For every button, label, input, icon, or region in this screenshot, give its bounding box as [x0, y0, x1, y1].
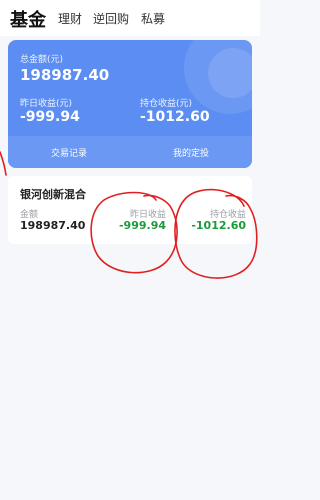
asset-summary-card: 总金额(元) 198987.40 昨日收益(元) -999.94 持仓收益(元)… — [8, 40, 252, 168]
fund-holding-income-value: -1012.60 — [191, 219, 246, 232]
tab-fund[interactable]: 基金 — [10, 6, 46, 32]
tab-private-fund[interactable]: 私募 — [141, 10, 165, 27]
card-action-bar: 交易记录 我的定投 — [8, 136, 252, 168]
fund-yesterday-income-value: -999.94 — [118, 219, 166, 232]
holding-income-label: 持仓收益(元) — [140, 99, 193, 109]
annotation-edge-stroke — [0, 151, 7, 176]
fund-name: 银河创新混合 — [20, 188, 86, 201]
total-amount-value: 198987.40 — [20, 66, 110, 84]
fund-holding-card[interactable]: 银河创新混合 金额 198987.40 昨日收益 -999.94 持仓收益 -1… — [8, 176, 252, 244]
yesterday-income-label: 昨日收益(元) — [20, 99, 73, 109]
tab-reverse-repo[interactable]: 逆回购 — [93, 10, 129, 27]
transaction-records-button[interactable]: 交易记录 — [8, 146, 130, 159]
tab-wealth[interactable]: 理财 — [58, 10, 82, 27]
yesterday-income-value: -999.94 — [20, 109, 80, 125]
decorative-circle — [208, 48, 252, 98]
top-tab-bar: 基金 理财 逆回购 私募 — [0, 0, 260, 36]
fund-amount-value: 198987.40 — [20, 219, 86, 232]
total-amount-label: 总金额(元) — [20, 55, 64, 65]
my-fixed-investment-button[interactable]: 我的定投 — [130, 146, 252, 159]
holding-income-value: -1012.60 — [140, 109, 210, 125]
